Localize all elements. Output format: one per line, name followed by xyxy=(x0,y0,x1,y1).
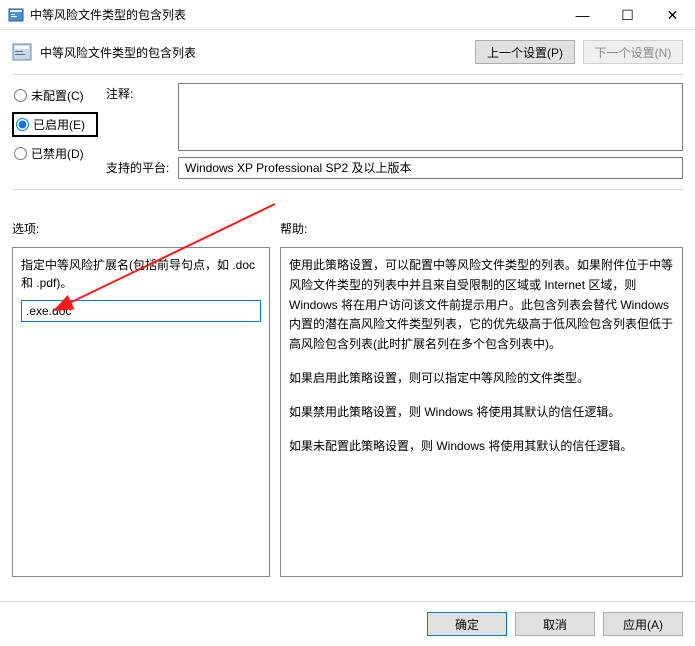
options-label: 选项: xyxy=(12,220,270,237)
options-column: 选项: 指定中等风险扩展名(包括前导句点，如 .doc 和 .pdf)。 xyxy=(12,220,270,577)
radio-disabled-label: 已禁用(D) xyxy=(31,145,84,162)
minimize-button[interactable]: — xyxy=(560,0,605,30)
help-panel[interactable]: 使用此策略设置，可以配置中等风险文件类型的列表。如果附件位于中等风险文件类型的列… xyxy=(280,247,683,577)
window-title: 中等风险文件类型的包含列表 xyxy=(30,6,560,23)
radio-disabled[interactable]: 已禁用(D) xyxy=(12,143,98,164)
lower-section: 选项: 指定中等风险扩展名(包括前导句点，如 .doc 和 .pdf)。 帮助:… xyxy=(0,190,695,577)
window-controls: — ☐ ✕ xyxy=(560,0,695,29)
platform-row: 支持的平台: Windows XP Professional SP2 及以上版本 xyxy=(106,157,683,179)
right-column: 注释: 支持的平台: Windows XP Professional SP2 及… xyxy=(106,83,683,179)
close-button[interactable]: ✕ xyxy=(650,0,695,30)
policy-icon xyxy=(12,42,32,62)
nav-buttons: 上一个设置(P) 下一个设置(N) xyxy=(475,40,683,64)
app-icon xyxy=(8,7,24,23)
help-label: 帮助: xyxy=(280,220,683,237)
options-description: 指定中等风险扩展名(包括前导句点，如 .doc 和 .pdf)。 xyxy=(21,256,261,292)
options-panel: 指定中等风险扩展名(包括前导句点，如 .doc 和 .pdf)。 xyxy=(12,247,270,577)
radio-enabled-label: 已启用(E) xyxy=(33,116,85,133)
comment-label: 注释: xyxy=(106,83,172,102)
apply-button[interactable]: 应用(A) xyxy=(603,612,683,636)
prev-setting-button[interactable]: 上一个设置(P) xyxy=(475,40,575,64)
help-paragraph-2: 如果启用此策略设置，则可以指定中等风险的文件类型。 xyxy=(289,369,678,389)
config-area: 未配置(C) 已启用(E) 已禁用(D) 注释: 支持的平台: Windows … xyxy=(0,75,695,183)
radio-enabled-input[interactable] xyxy=(16,118,29,131)
extensions-input[interactable] xyxy=(21,300,261,322)
help-paragraph-3: 如果禁用此策略设置，则 Windows 将使用其默认的信任逻辑。 xyxy=(289,403,678,423)
radio-not-configured-input[interactable] xyxy=(14,89,27,102)
next-setting-button: 下一个设置(N) xyxy=(583,40,683,64)
help-paragraph-4: 如果未配置此策略设置，则 Windows 将使用其默认的信任逻辑。 xyxy=(289,437,678,457)
comment-input[interactable] xyxy=(178,83,683,151)
cancel-button[interactable]: 取消 xyxy=(515,612,595,636)
radio-not-configured-label: 未配置(C) xyxy=(31,87,84,104)
help-paragraph-1: 使用此策略设置，可以配置中等风险文件类型的列表。如果附件位于中等风险文件类型的列… xyxy=(289,256,678,355)
comment-row: 注释: xyxy=(106,83,683,151)
radio-disabled-input[interactable] xyxy=(14,147,27,160)
titlebar: 中等风险文件类型的包含列表 — ☐ ✕ xyxy=(0,0,695,30)
radio-group: 未配置(C) 已启用(E) 已禁用(D) xyxy=(12,83,98,179)
ok-button[interactable]: 确定 xyxy=(427,612,507,636)
platform-value: Windows XP Professional SP2 及以上版本 xyxy=(178,157,683,179)
radio-enabled[interactable]: 已启用(E) xyxy=(12,112,98,137)
page-title: 中等风险文件类型的包含列表 xyxy=(40,44,475,61)
header-row: 中等风险文件类型的包含列表 上一个设置(P) 下一个设置(N) xyxy=(0,30,695,68)
maximize-button[interactable]: ☐ xyxy=(605,0,650,30)
help-column: 帮助: 使用此策略设置，可以配置中等风险文件类型的列表。如果附件位于中等风险文件… xyxy=(280,220,683,577)
platform-label: 支持的平台: xyxy=(106,157,172,176)
radio-not-configured[interactable]: 未配置(C) xyxy=(12,85,98,106)
footer: 确定 取消 应用(A) xyxy=(0,601,695,646)
